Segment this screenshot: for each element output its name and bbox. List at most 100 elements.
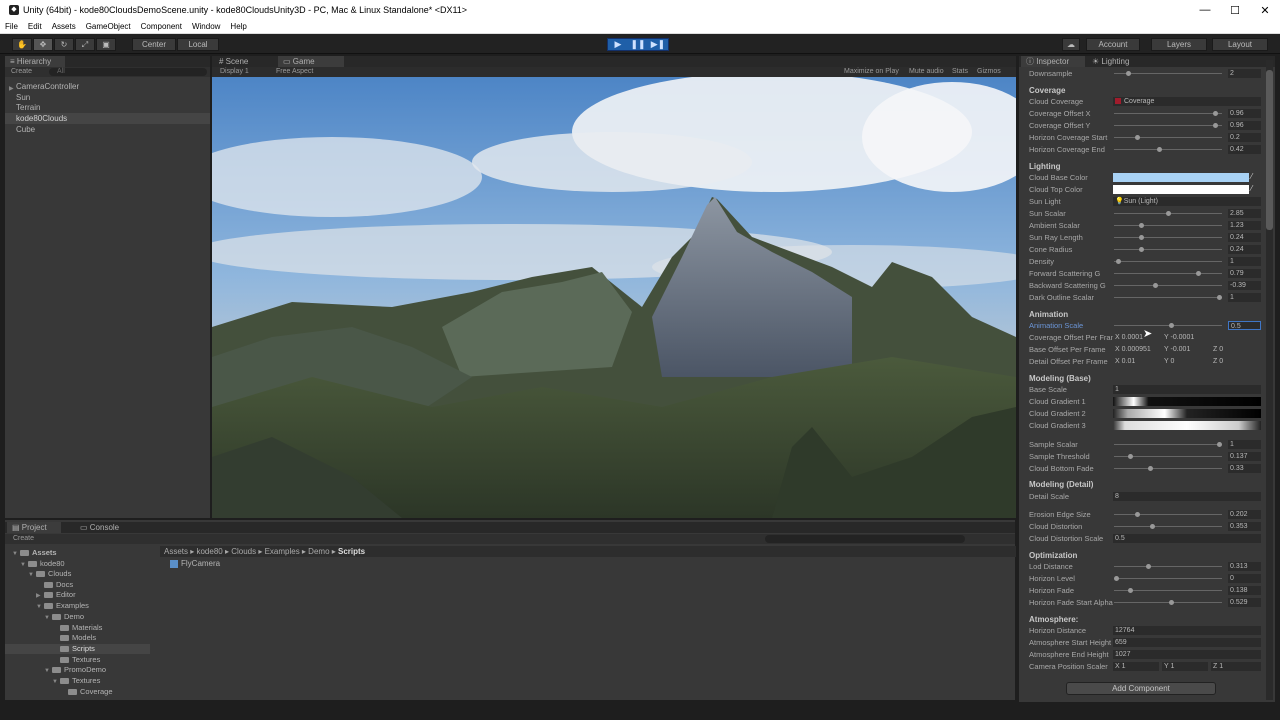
slider-knob[interactable] (1148, 466, 1153, 471)
slider-knob[interactable] (1128, 588, 1133, 593)
move-tool-icon[interactable]: ✥ (33, 38, 53, 51)
offset-z-field[interactable]: Z 0 (1211, 357, 1257, 366)
property-slider[interactable] (1114, 223, 1222, 228)
scale-tool-icon[interactable]: ⤢ (75, 38, 95, 51)
cloud-icon[interactable]: ☁ (1062, 38, 1080, 51)
maximize-on-play-toggle[interactable]: Maximize on Play (844, 67, 899, 77)
cloud-gradient-1-field[interactable] (1113, 397, 1261, 406)
sun-light-field[interactable]: 💡Sun (Light) (1113, 197, 1261, 206)
camera-scale-y[interactable]: Y 1 (1162, 662, 1208, 671)
tree-item[interactable]: ▼ Demo (44, 612, 84, 621)
rect-tool-icon[interactable]: ▣ (96, 38, 116, 51)
stats-toggle[interactable]: Stats (952, 67, 968, 77)
slider-knob[interactable] (1157, 147, 1162, 152)
animation-scale-value[interactable]: 0.5 (1228, 321, 1261, 330)
slider-knob[interactable] (1116, 259, 1121, 264)
slider-knob[interactable] (1126, 71, 1131, 76)
slider-knob[interactable] (1153, 283, 1158, 288)
property-slider[interactable] (1114, 588, 1222, 593)
menu-assets[interactable]: Assets (47, 22, 81, 31)
aspect-dropdown[interactable]: Free Aspect (276, 67, 313, 77)
property-value[interactable]: 0.96 (1228, 109, 1261, 118)
animation-scale-slider[interactable] (1114, 323, 1222, 328)
slider-knob[interactable] (1146, 564, 1151, 569)
tree-item[interactable]: ▼ Examples (36, 601, 89, 610)
tab-inspector[interactable]: ⓘ Inspector (1021, 56, 1085, 67)
cloud-coverage-field[interactable]: Coverage (1113, 97, 1261, 106)
property-value[interactable]: 0.137 (1228, 452, 1261, 461)
play-icon[interactable]: ▶ (608, 39, 628, 50)
slider-knob[interactable] (1139, 223, 1144, 228)
property-slider[interactable] (1114, 466, 1222, 471)
hierarchy-search-input[interactable]: All (49, 68, 207, 76)
eyedropper-icon[interactable]: ⁄ (1251, 184, 1252, 193)
downsample-slider[interactable] (1114, 71, 1222, 76)
property-slider[interactable] (1114, 259, 1222, 264)
cloud-distortion-scale-field[interactable]: 0.5 (1113, 534, 1261, 543)
property-slider[interactable] (1114, 247, 1222, 252)
step-icon[interactable]: ▶❚ (648, 39, 668, 50)
property-slider[interactable] (1114, 123, 1222, 128)
property-slider[interactable] (1114, 211, 1222, 216)
breadcrumb-item-current[interactable]: Scripts (338, 547, 365, 556)
property-slider[interactable] (1114, 135, 1222, 140)
property-value[interactable]: 1 (1228, 293, 1261, 302)
account-dropdown[interactable]: Account (1086, 38, 1140, 51)
slider-knob[interactable] (1139, 247, 1144, 252)
breadcrumb-item[interactable]: Examples (265, 547, 300, 556)
close-button[interactable]: ✕ (1250, 4, 1280, 17)
project-create-button[interactable]: Create (13, 534, 34, 544)
breadcrumb-item[interactable]: Clouds (231, 547, 256, 556)
offset-x-field[interactable]: X 0.000951 (1113, 345, 1159, 354)
tree-item-selected[interactable]: Scripts (52, 644, 95, 653)
slider-knob[interactable] (1128, 454, 1133, 459)
layers-dropdown[interactable]: Layers (1151, 38, 1207, 51)
menu-help[interactable]: Help (225, 22, 251, 31)
menu-edit[interactable]: Edit (23, 22, 47, 31)
property-value[interactable]: 0 (1228, 574, 1261, 583)
detail-scale-field[interactable]: 8 (1113, 492, 1261, 501)
menu-file[interactable]: File (0, 22, 23, 31)
property-value[interactable]: 0.353 (1228, 522, 1261, 531)
property-value[interactable]: -0.39 (1228, 281, 1261, 290)
display-dropdown[interactable]: Display 1 (220, 67, 249, 77)
property-value[interactable]: 0.202 (1228, 510, 1261, 519)
cloud-base-color-swatch[interactable] (1113, 173, 1249, 182)
tree-item[interactable]: ▼ Clouds (28, 569, 71, 578)
tab-console[interactable]: ▭ Console (75, 522, 129, 533)
pivot-local-button[interactable]: Local (177, 38, 219, 51)
slider-knob[interactable] (1166, 211, 1171, 216)
slider-knob[interactable] (1139, 235, 1144, 240)
minimize-button[interactable]: — (1190, 4, 1220, 17)
gizmos-dropdown[interactable]: Gizmos (977, 67, 1001, 77)
property-slider[interactable] (1114, 524, 1222, 529)
property-slider[interactable] (1114, 600, 1222, 605)
rotate-tool-icon[interactable]: ↻ (54, 38, 74, 51)
offset-x-field[interactable]: X 0.0001 (1113, 333, 1159, 342)
breadcrumb-item[interactable]: kode80 (196, 547, 222, 556)
tree-item[interactable]: ▼ Assets (12, 548, 57, 557)
offset-y-field[interactable]: Y 0 (1162, 357, 1208, 366)
property-slider[interactable] (1114, 454, 1222, 459)
slider-knob[interactable] (1217, 295, 1222, 300)
property-slider[interactable] (1114, 295, 1222, 300)
tab-hierarchy[interactable]: ≡ Hierarchy (5, 56, 65, 67)
breadcrumb-item[interactable]: Assets (164, 547, 188, 556)
menu-window[interactable]: Window (187, 22, 225, 31)
slider-knob[interactable] (1213, 123, 1218, 128)
hierarchy-item-selected[interactable]: kode80Clouds (16, 114, 67, 123)
slider-knob[interactable] (1169, 600, 1174, 605)
tree-item[interactable]: ▼ kode80 (20, 559, 65, 568)
expand-arrow-icon[interactable]: ▶ (9, 85, 14, 92)
hierarchy-item[interactable]: Terrain (16, 103, 40, 112)
property-slider[interactable] (1114, 512, 1222, 517)
tree-item[interactable]: ▶ Editor (36, 590, 76, 599)
property-slider[interactable] (1114, 564, 1222, 569)
property-slider[interactable] (1114, 271, 1222, 276)
eyedropper-icon[interactable]: ⁄ (1251, 172, 1252, 181)
inspector-scrollbar[interactable] (1266, 60, 1273, 700)
slider-knob[interactable] (1169, 323, 1174, 328)
tree-item[interactable]: Docs (36, 580, 73, 589)
hierarchy-item[interactable]: Sun (16, 93, 30, 102)
property-slider[interactable] (1114, 442, 1222, 447)
